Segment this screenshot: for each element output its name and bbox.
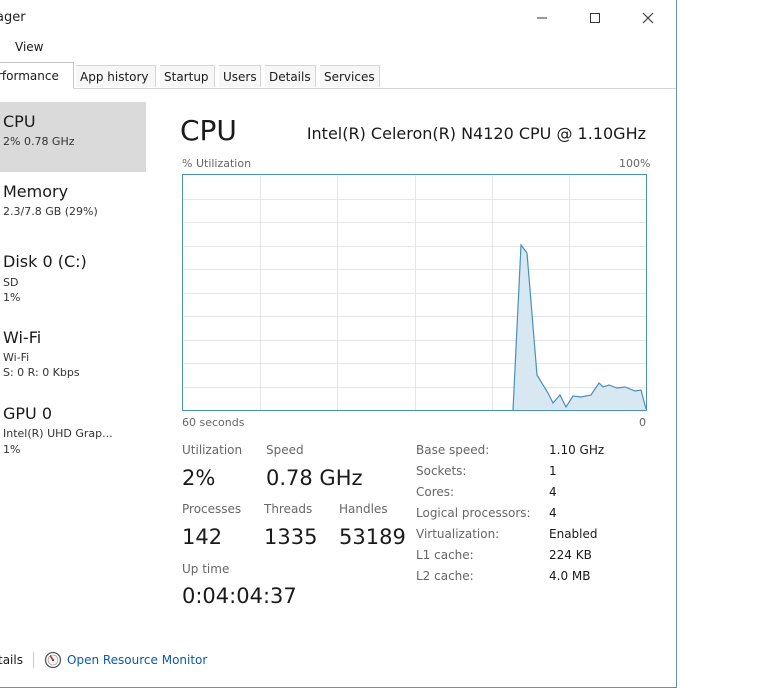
sidebar-item-detail: 2% 0.78 GHz: [3, 135, 75, 148]
footer-bar: tails Open Resource Monitor: [0, 648, 676, 674]
threads-label: Threads: [264, 502, 313, 516]
tab-details[interactable]: Details: [265, 65, 316, 87]
fewer-details-link[interactable]: tails: [0, 653, 23, 667]
title-bar[interactable]: ager: [0, 0, 676, 36]
spec-value-cores: 4: [549, 485, 557, 499]
sidebar-item-detail: S: 0 R: 0 Kbps: [3, 366, 80, 379]
task-manager-window: ager View rformance App history Startup …: [0, 0, 677, 688]
resource-monitor-icon: [44, 651, 62, 669]
spec-label-base-speed: Base speed:: [416, 443, 490, 457]
spec-label-logical-processors: Logical processors:: [416, 506, 531, 520]
graph-x-min-label: 0: [639, 416, 646, 429]
resource-sidebar: CPU 2% 0.78 GHz Memory 2.3/7.8 GB (29%) …: [0, 88, 150, 628]
spec-value-l2-cache: 4.0 MB: [549, 569, 591, 583]
utilization-label: Utilization: [182, 443, 243, 457]
threads-value: 1335: [264, 525, 318, 549]
tab-users[interactable]: Users: [219, 65, 261, 87]
graph-x-label: 60 seconds: [182, 416, 245, 429]
speed-value: 0.78 GHz: [266, 466, 363, 490]
spec-value-sockets: 1: [549, 464, 557, 478]
window-title: ager: [0, 10, 26, 25]
tab-strip: rformance App history Startup Users Deta…: [0, 62, 676, 89]
sidebar-item-name: CPU: [3, 112, 36, 131]
processes-label: Processes: [182, 502, 242, 516]
uptime-value: 0:04:04:37: [182, 584, 297, 608]
utilization-value: 2%: [182, 466, 216, 490]
sidebar-item-name: Wi-Fi: [3, 328, 42, 347]
maximize-icon: [590, 13, 600, 23]
tab-startup[interactable]: Startup: [160, 65, 215, 87]
sidebar-item-cpu[interactable]: CPU 2% 0.78 GHz: [0, 102, 146, 172]
tab-performance[interactable]: rformance: [0, 62, 74, 89]
speed-label: Speed: [266, 443, 304, 457]
spec-label-cores: Cores:: [416, 485, 455, 499]
maximize-button[interactable]: [572, 4, 618, 32]
spec-label-l1-cache: L1 cache:: [416, 548, 474, 562]
graph-y-max-label: 100%: [619, 157, 651, 170]
close-icon: [642, 12, 654, 24]
sidebar-item-gpu[interactable]: GPU 0 Intel(R) UHD Grap... 1%: [0, 394, 146, 466]
tab-app-history[interactable]: App history: [76, 65, 156, 87]
spec-value-virtualization: Enabled: [549, 527, 598, 541]
sidebar-item-name: GPU 0: [3, 404, 53, 423]
close-button[interactable]: [625, 4, 671, 32]
handles-value: 53189: [339, 525, 406, 549]
spec-value-logical-processors: 4: [549, 506, 557, 520]
sidebar-item-detail: 1%: [3, 443, 21, 456]
sidebar-item-wifi[interactable]: Wi-Fi Wi-Fi S: 0 R: 0 Kbps: [0, 318, 146, 390]
sidebar-item-detail: Wi-Fi: [3, 351, 30, 364]
cpu-utilization-graph-svg: [183, 175, 646, 410]
spec-value-l1-cache: 224 KB: [549, 548, 592, 562]
cpu-model-name: Intel(R) Celeron(R) N4120 CPU @ 1.10GHz: [306, 124, 646, 143]
graph-y-label: % Utilization: [182, 157, 252, 170]
menu-bar: View: [0, 38, 676, 58]
spec-value-base-speed: 1.10 GHz: [549, 443, 605, 457]
page-title: CPU: [180, 114, 237, 147]
open-resource-monitor-link[interactable]: Open Resource Monitor: [67, 653, 207, 667]
sidebar-item-detail: Intel(R) UHD Grap...: [3, 427, 113, 440]
sidebar-item-detail: SD: [3, 276, 19, 289]
footer-divider: [33, 652, 34, 668]
sidebar-item-name: Memory: [3, 182, 69, 201]
tab-services[interactable]: Services: [320, 65, 380, 87]
handles-label: Handles: [339, 502, 388, 516]
sidebar-item-name: Disk 0 (C:): [3, 252, 87, 271]
processes-value: 142: [182, 525, 223, 549]
minimize-button[interactable]: [519, 4, 565, 32]
sidebar-item-disk[interactable]: Disk 0 (C:) SD 1%: [0, 242, 146, 314]
spec-label-sockets: Sockets:: [416, 464, 467, 478]
menu-view[interactable]: View: [15, 40, 43, 54]
sidebar-item-detail: 2.3/7.8 GB (29%): [3, 205, 98, 218]
cpu-utilization-graph: [182, 174, 647, 411]
minimize-icon: [537, 17, 547, 19]
spec-label-l2-cache: L2 cache:: [416, 569, 474, 583]
sidebar-item-detail: 1%: [3, 291, 21, 304]
sidebar-item-memory[interactable]: Memory 2.3/7.8 GB (29%): [0, 172, 146, 242]
spec-label-virtualization: Virtualization:: [416, 527, 500, 541]
uptime-label: Up time: [182, 562, 230, 576]
